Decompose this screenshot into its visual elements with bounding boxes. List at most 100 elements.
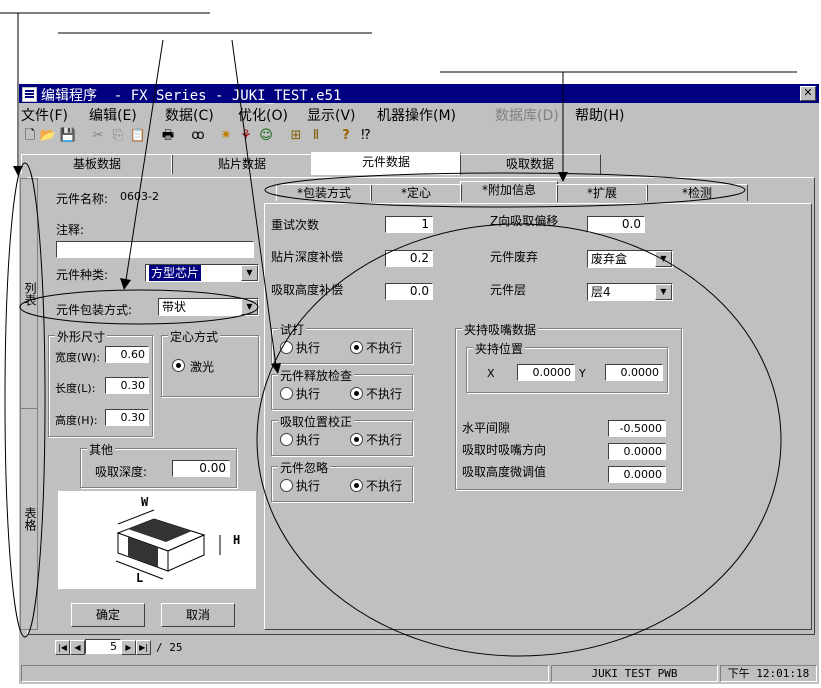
discard-select[interactable]: 废弃盒 ▼ — [587, 250, 673, 268]
pick-correct-noexec-label: 不执行 — [366, 433, 403, 447]
record-navigator: |◀ ◀ 5 ▶ ▶| / 25 — [55, 639, 255, 656]
pick-depth-input[interactable]: 0.00 — [172, 460, 230, 477]
part-name-value: 0603-2 — [120, 190, 159, 203]
retry-input[interactable]: 1 — [385, 216, 433, 233]
cancel-button[interactable]: 取消 — [161, 603, 235, 627]
chip-illustration — [115, 509, 221, 580]
nozzle-dir-label: 吸取时吸嘴方向 — [462, 443, 547, 457]
y-input[interactable]: 0.0000 — [605, 364, 663, 381]
pick-fine-input[interactable]: 0.0000 — [608, 466, 666, 483]
layer-select[interactable]: 层4 ▼ — [587, 283, 673, 301]
trial-noexec-label: 不执行 — [366, 341, 403, 355]
pick-correct-noexec-radio[interactable] — [350, 433, 363, 446]
ok-button[interactable]: 确定 — [71, 603, 145, 627]
gripper-group-title: 夹持吸嘴数据 — [462, 321, 539, 338]
tab-pick-data[interactable]: 吸取数据 — [459, 154, 601, 174]
tab-board-data[interactable]: 基板数据 — [21, 154, 173, 174]
pick-fine-label: 吸取高度微调值 — [462, 465, 547, 479]
tree-icon[interactable]: ⚘ — [237, 127, 255, 145]
text-icon[interactable]: Ⅱ — [307, 127, 325, 145]
tab-inspection[interactable]: *检测 — [646, 184, 748, 201]
tab-extension[interactable]: *扩展 — [556, 184, 648, 201]
tab-additional-info[interactable]: *附加信息 — [460, 181, 558, 202]
x-input[interactable]: 0.0000 — [517, 364, 575, 381]
ignore-noexec-radio[interactable] — [350, 479, 363, 492]
diagram-label-w: W — [141, 495, 149, 509]
ignore-noexec-label: 不执行 — [366, 479, 403, 493]
title-bar[interactable]: 编辑程序 - FX Series - JUKI_TEST.e51 ✕ — [19, 84, 819, 104]
tab-placement-data[interactable]: 贴片数据 — [171, 154, 313, 174]
context-help-icon[interactable]: ⁉ — [357, 127, 375, 145]
height-input[interactable]: 0.30 — [105, 409, 149, 426]
layer-value: 层4 — [591, 285, 611, 299]
ignore-group-title: 元件忽略 — [278, 459, 331, 476]
record-total: / 25 — [156, 641, 183, 654]
menu-optimize[interactable]: 优化(O) — [238, 105, 288, 125]
help-icon[interactable]: ? — [337, 127, 355, 145]
y-label: Y — [579, 367, 586, 380]
record-number-input[interactable]: 5 — [85, 639, 121, 654]
tab-package[interactable]: *包装方式 — [276, 184, 372, 201]
light-icon[interactable]: ✷ — [217, 127, 235, 145]
depth-comp-input[interactable]: 0.2 — [385, 250, 433, 267]
trial-noexec-radio[interactable] — [350, 341, 363, 354]
part-type-select[interactable]: 方型芯片 ▼ — [145, 264, 259, 282]
tab-centering[interactable]: *定心 — [370, 184, 462, 201]
save-icon[interactable]: 💾 — [59, 127, 77, 145]
centering-laser-label: 激光 — [190, 360, 215, 374]
pick-correct-exec-radio[interactable] — [280, 433, 293, 446]
pick-correct-group: 吸取位置校正 执行 不执行 — [271, 413, 413, 456]
x-label: X — [487, 367, 495, 380]
width-input[interactable]: 0.60 — [105, 346, 149, 363]
find-icon[interactable]: ꝏ — [189, 127, 207, 145]
menu-database[interactable]: 数据库(D) — [495, 105, 559, 125]
menu-file[interactable]: 文件(F) — [21, 105, 68, 125]
pick-height-input[interactable]: 0.0 — [385, 283, 433, 300]
centering-laser-radio[interactable] — [172, 359, 185, 372]
nozzle-dir-input[interactable]: 0.0000 — [608, 443, 666, 460]
last-record-icon[interactable]: ▶| — [136, 640, 151, 655]
note-input[interactable] — [56, 241, 254, 258]
menu-help[interactable]: 帮助(H) — [575, 105, 624, 125]
copy-icon[interactable]: ⎘ — [109, 127, 127, 145]
close-button[interactable]: ✕ — [800, 86, 816, 101]
length-input[interactable]: 0.30 — [105, 377, 149, 394]
grid-icon[interactable]: ⊞ — [287, 127, 305, 145]
side-tab-table[interactable]: 表格 — [20, 408, 38, 630]
package-label: 元件包装方式: — [56, 303, 133, 317]
open-folder-icon[interactable]: 📂 — [39, 127, 57, 145]
retry-label: 重试次数 — [271, 218, 320, 232]
z-offset-input[interactable]: 0.0 — [587, 216, 645, 233]
menu-view[interactable]: 显示(V) — [307, 105, 356, 125]
main-tab-bar: 基板数据 贴片数据 元件数据 吸取数据 — [19, 152, 819, 175]
print-icon[interactable]: 🖶 — [159, 127, 177, 145]
side-tab-table-label: 表格 — [23, 507, 37, 531]
menu-data[interactable]: 数据(C) — [165, 105, 214, 125]
ignore-exec-radio[interactable] — [280, 479, 293, 492]
release-check-group-title: 元件释放检查 — [278, 367, 355, 384]
next-record-icon[interactable]: ▶ — [121, 640, 136, 655]
new-file-icon[interactable]: 🗋 — [21, 127, 39, 145]
gripper-group: 夹持吸嘴数据 夹持位置 X 0.0000 Y 0.0000 水平间隙 -0.50… — [455, 321, 682, 490]
first-record-icon[interactable]: |◀ — [55, 640, 70, 655]
release-check-exec-radio[interactable] — [280, 387, 293, 400]
release-check-noexec-label: 不执行 — [366, 387, 403, 401]
release-check-noexec-radio[interactable] — [350, 387, 363, 400]
paste-icon[interactable]: 📋 — [129, 127, 147, 145]
length-label: 长度(L): — [55, 382, 96, 395]
trial-exec-radio[interactable] — [280, 341, 293, 354]
side-tab-list[interactable]: 列表 — [20, 178, 38, 410]
h-gap-input[interactable]: -0.5000 — [608, 420, 666, 437]
cut-icon[interactable]: ✂ — [89, 127, 107, 145]
tab-component-data[interactable]: 元件数据 — [311, 152, 461, 175]
package-select[interactable]: 带状 ▼ — [158, 298, 259, 316]
grip-position-title: 夹持位置 — [473, 340, 526, 357]
release-check-group: 元件释放检查 执行 不执行 — [271, 367, 413, 410]
sub-tab-bar: *包装方式 *定心 *附加信息 *扩展 *检测 — [276, 181, 751, 202]
users-icon[interactable]: ☺ — [257, 127, 275, 145]
menu-edit[interactable]: 编辑(E) — [89, 105, 137, 125]
toolbar: 🗋 📂 💾 ✂ ⎘ 📋 🖶 ꝏ ✷ ⚘ ☺ ⊞ Ⅱ ? ⁉ — [19, 125, 819, 149]
prev-record-icon[interactable]: ◀ — [70, 640, 85, 655]
menu-machine[interactable]: 机器操作(M) — [377, 105, 456, 125]
chip-diagram: W H L — [58, 491, 256, 589]
